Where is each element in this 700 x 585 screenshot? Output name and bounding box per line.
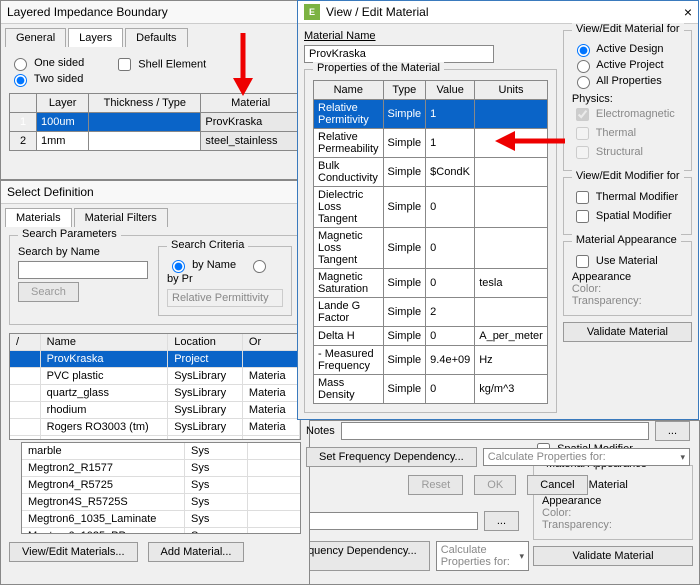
vem-title: View / Edit Material (326, 5, 429, 19)
mat-appearance-group: Material Appearance Use Material Appeara… (563, 241, 692, 316)
prop-row[interactable]: Relative PermitivitySimple1 (314, 100, 548, 129)
col-material: Material (201, 94, 301, 113)
properties-table[interactable]: Name Type Value Units Relative Permitivi… (313, 80, 548, 404)
search-property: Relative Permittivity (167, 289, 283, 307)
tab-layers[interactable]: Layers (68, 28, 123, 47)
col-thickness: Thickness / Type (89, 94, 201, 113)
view-edit-materials-button[interactable]: View/Edit Materials... (9, 542, 138, 562)
search-params-group: Search Parameters Search by Name Search … (9, 235, 301, 325)
set-freq-button[interactable]: Set Frequency Dependency... (306, 447, 477, 467)
active-design-opt[interactable]: Active Design (572, 43, 664, 55)
bg-notes-input[interactable] (294, 512, 478, 530)
prop-row[interactable]: Magnetic SaturationSimple0tesla (314, 269, 548, 298)
app-icon: E (304, 4, 320, 20)
layered-body: One sided Two sided Shell Element Layer … (1, 47, 309, 159)
bg-validate[interactable]: Validate Material (533, 546, 693, 566)
col-blank (10, 94, 37, 113)
by-name-opt[interactable]: by Name (167, 259, 236, 271)
search-by-name-label: Search by Name (18, 246, 148, 258)
calc-props-combo[interactable]: Calculate Properties for: (483, 448, 690, 466)
two-sided-opt[interactable]: Two sided (9, 73, 83, 85)
material-name-input[interactable] (304, 45, 494, 63)
material-list[interactable]: / Name Location Or ProvKraskaProjectPVC … (9, 333, 301, 440)
use-mat-app-check[interactable]: Use Material Appearance (572, 255, 658, 283)
shell-element-opt[interactable]: Shell Element (114, 55, 206, 87)
layer-row[interactable]: 1 100um ProvKraska (10, 113, 301, 132)
tab-material-filters[interactable]: Material Filters (74, 208, 168, 227)
layered-tabs: General Layers Defaults (1, 24, 309, 47)
prop-row[interactable]: Delta HSimple0A_per_meter (314, 327, 548, 346)
list-item[interactable]: Megtron2_R1577Sys (22, 460, 300, 477)
seldef-title: Select Definition (7, 185, 94, 199)
all-props-opt[interactable]: All Properties (572, 75, 662, 87)
spatial-mod-check[interactable]: Spatial Modifier (572, 210, 672, 222)
material-name-label: Material Name (304, 30, 557, 42)
ok-button[interactable]: OK (474, 475, 516, 495)
layer-row[interactable]: 2 1mm steel_stainless (10, 132, 301, 151)
bg-calc-props[interactable]: Calculate Properties for: (436, 541, 529, 571)
seldef-tabs: Materials Material Filters (1, 204, 309, 227)
material-dropdown[interactable]: ProvKraska (201, 113, 301, 132)
list-item[interactable]: Megtron6_1035_LaminateSys (22, 511, 300, 528)
search-criteria-group: Search Criteria by Name by Pr Relative P… (158, 246, 292, 316)
tab-defaults[interactable]: Defaults (125, 28, 187, 47)
list-item[interactable]: marbleSys (22, 443, 300, 460)
bg-notes-browse[interactable]: ... (484, 511, 519, 531)
validate-button[interactable]: Validate Material (563, 322, 692, 342)
layered-window: Layered Impedance Boundary General Layer… (0, 0, 310, 180)
search-input[interactable] (18, 261, 148, 279)
list-item[interactable]: rhodiumSysLibraryMateria (10, 402, 300, 419)
add-material-button[interactable]: Add Material... (148, 542, 245, 562)
layered-titlebar: Layered Impedance Boundary (1, 1, 309, 24)
active-project-opt[interactable]: Active Project (572, 59, 664, 71)
prop-row[interactable]: - Measured FrequencySimple9.4e+09Hz (314, 346, 548, 375)
reset-button[interactable]: Reset (408, 475, 463, 495)
close-icon[interactable]: × (684, 4, 692, 20)
material-dropdown[interactable]: steel_stainless (201, 132, 301, 151)
col-layer: Layer (37, 94, 89, 113)
vem-for-group: View/Edit Material for Active Design Act… (563, 30, 692, 171)
view-edit-material-dialog: E View / Edit Material × Material Name P… (297, 0, 699, 420)
list-item[interactable]: Megtron4S_R5725SSys (22, 494, 300, 511)
thermal-check: Thermal (572, 127, 636, 139)
seldef-titlebar: Select Definition (1, 181, 309, 204)
prop-row[interactable]: Lande G FactorSimple2 (314, 298, 548, 327)
prop-row[interactable]: Bulk ConductivitySimple$CondK (314, 158, 548, 187)
tab-materials[interactable]: Materials (5, 208, 72, 227)
vem-titlebar: E View / Edit Material × (298, 1, 698, 24)
prop-row[interactable]: Magnetic Loss TangentSimple0 (314, 228, 548, 269)
layer-table[interactable]: Layer Thickness / Type Material 1 100um … (9, 93, 301, 151)
list-item[interactable]: ProvKraskaProject (10, 351, 300, 368)
notes-input[interactable] (341, 422, 649, 440)
prop-row[interactable]: Dielectric Loss TangentSimple0 (314, 187, 548, 228)
prop-row[interactable]: Relative PermeabilitySimple1 (314, 129, 548, 158)
prop-row[interactable]: Mass DensitySimple0kg/m^3 (314, 375, 548, 404)
notes-browse-button[interactable]: ... (655, 421, 690, 441)
tab-general[interactable]: General (5, 28, 66, 47)
em-check: Electromagnetic (572, 108, 675, 120)
cancel-button[interactable]: Cancel (527, 475, 587, 495)
thermal-mod-check[interactable]: Thermal Modifier (572, 191, 678, 203)
list-item[interactable]: Rogers RO3003 (tm)SysLibraryMateria (10, 419, 300, 436)
layered-title: Layered Impedance Boundary (7, 5, 168, 19)
list-item[interactable]: PVC plasticSysLibraryMateria (10, 368, 300, 385)
one-sided-opt[interactable]: One sided (9, 57, 84, 69)
search-button[interactable]: Search (18, 282, 79, 302)
select-definition-window: Select Definition Materials Material Fil… (0, 180, 310, 585)
material-sublist[interactable]: marbleSysMegtron2_R1577SysMegtron4_R5725… (21, 442, 301, 534)
list-item[interactable]: Rogers RO3006 (tm)SysLibraryMateria (10, 436, 300, 440)
list-item[interactable]: Megtron4_R5725Sys (22, 477, 300, 494)
properties-group: Properties of the Material Name Type Val… (304, 69, 557, 413)
list-item[interactable]: quartz_glassSysLibraryMateria (10, 385, 300, 402)
structural-check: Structural (572, 146, 643, 158)
vem-mod-group: View/Edit Modifier for Thermal Modifier … (563, 177, 692, 235)
list-header: / Name Location Or (10, 334, 300, 351)
